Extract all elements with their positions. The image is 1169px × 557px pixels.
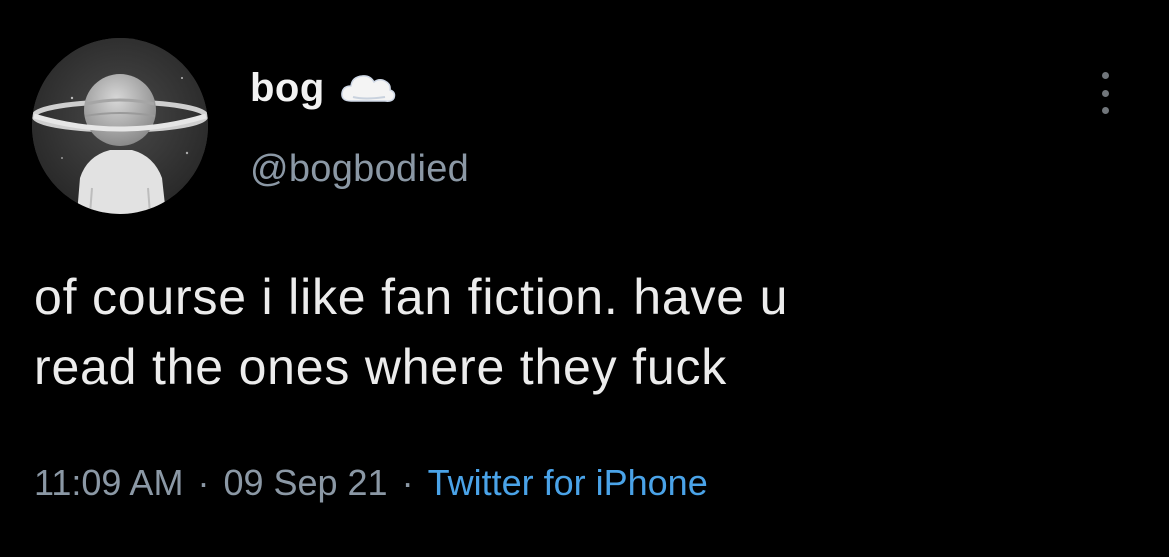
display-name-row[interactable]: bog	[250, 62, 397, 114]
user-handle[interactable]: @bogbodied	[250, 148, 469, 191]
tweet-time[interactable]: 11:09 AM	[34, 462, 183, 504]
more-vertical-icon	[1101, 72, 1109, 79]
more-vertical-icon	[1101, 89, 1109, 97]
more-options-button[interactable]	[1090, 70, 1120, 116]
saturn-head-avatar-icon	[32, 38, 208, 214]
more-vertical-icon	[1101, 107, 1109, 114]
meta-separator: ·	[197, 462, 210, 503]
display-name[interactable]: bog	[250, 66, 325, 111]
avatar[interactable]	[32, 38, 208, 214]
tweet-text: of course i like fan fiction. have u rea…	[34, 269, 789, 395]
tweet-date[interactable]: 09 Sep 21	[223, 462, 387, 504]
cloud-icon	[339, 71, 397, 105]
tweet-meta: 11:09 AM · 09 Sep 21 · Twitter for iPhon…	[34, 462, 708, 504]
tweet-source-link[interactable]: Twitter for iPhone	[428, 462, 708, 504]
meta-separator: ·	[401, 462, 414, 503]
tweet-card: bog @bogbodied of course i like fan fict…	[0, 0, 1169, 557]
